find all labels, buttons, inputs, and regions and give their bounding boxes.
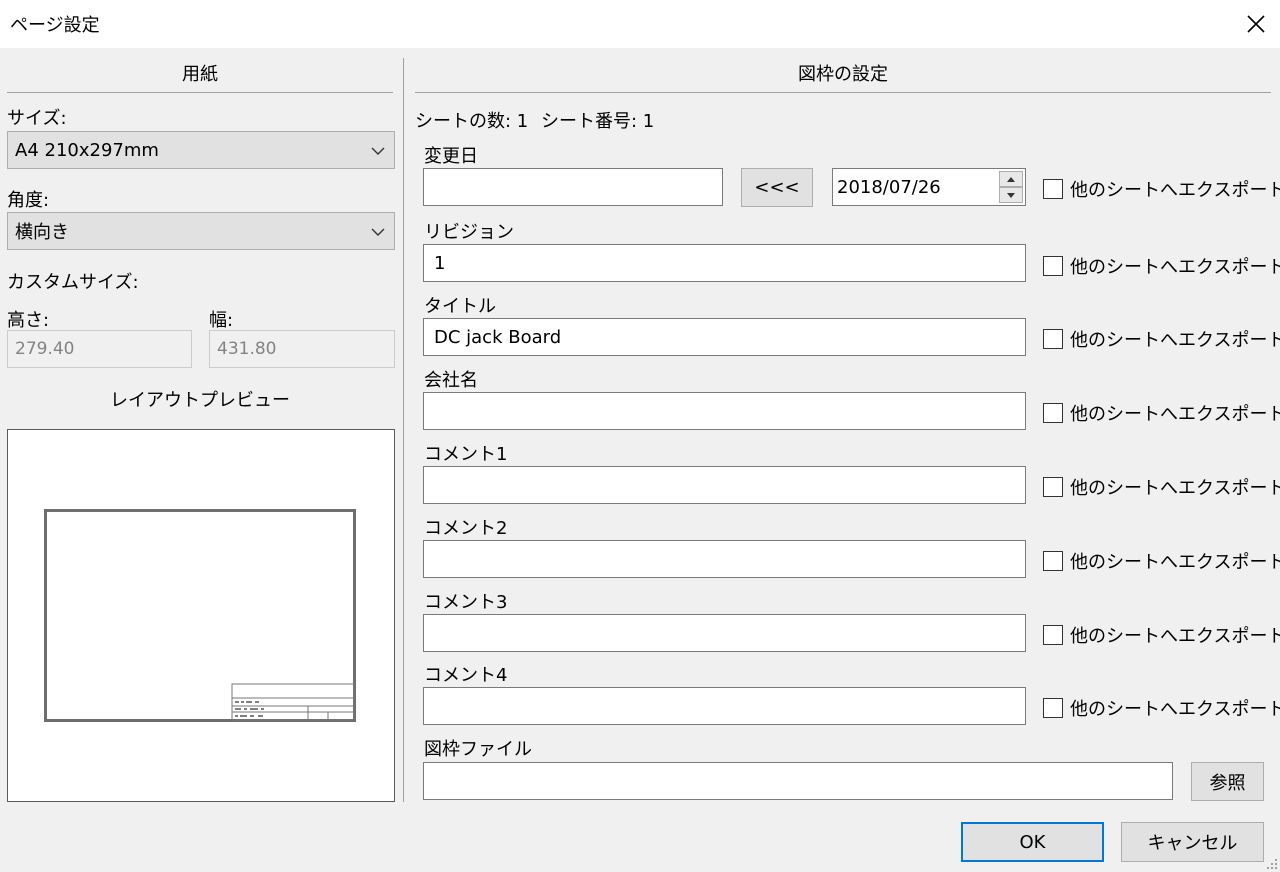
close-icon — [1247, 15, 1265, 33]
date-label: 変更日 — [424, 146, 478, 167]
spin-up-icon[interactable] — [999, 171, 1023, 187]
file-path-field[interactable] — [423, 762, 1173, 800]
checkbox-box[interactable] — [1043, 256, 1063, 276]
checkbox-box[interactable] — [1043, 477, 1063, 497]
width-label: 幅: — [209, 310, 234, 331]
size-label: サイズ: — [7, 108, 67, 129]
title-label: タイトル — [424, 296, 496, 317]
revision-label: リビジョン — [424, 222, 514, 243]
comment2-label: コメント2 — [424, 518, 508, 539]
export-label: 他のシートへエクスポート — [1070, 257, 1280, 278]
section-separator — [403, 58, 404, 802]
chevron-down-icon — [371, 228, 385, 236]
export-comment2-checkbox[interactable]: 他のシートへエクスポート — [1043, 548, 1280, 574]
sheet-number: シート番号: 1 — [541, 111, 655, 132]
export-label: 他のシートへエクスポート — [1070, 626, 1280, 647]
comment4-label: コメント4 — [424, 665, 508, 686]
orientation-value: 横向き — [15, 222, 69, 243]
company-field[interactable] — [423, 392, 1026, 430]
export-revision-checkbox[interactable]: 他のシートへエクスポート — [1043, 253, 1280, 279]
dialog-title: ページ設定 — [10, 15, 100, 36]
title-bar: ページ設定 — [0, 0, 1280, 48]
date-picker[interactable]: 2018/07/26 — [832, 168, 1026, 206]
orientation-select[interactable]: 横向き — [7, 212, 395, 250]
copy-date-button[interactable]: <<< — [741, 168, 813, 207]
export-label: 他のシートへエクスポート — [1070, 404, 1280, 425]
checkbox-box[interactable] — [1043, 403, 1063, 423]
paper-size-value: A4 210x297mm — [15, 139, 159, 161]
checkbox-box[interactable] — [1043, 329, 1063, 349]
export-company-checkbox[interactable]: 他のシートへエクスポート — [1043, 400, 1280, 426]
title-block-divider — [415, 92, 1271, 93]
title-block-heading: 図枠の設定 — [798, 64, 888, 85]
browse-button[interactable]: 参照 — [1191, 762, 1264, 801]
cancel-button[interactable]: キャンセル — [1121, 822, 1264, 862]
paper-heading: 用紙 — [182, 64, 218, 85]
export-label: 他のシートへエクスポート — [1070, 330, 1280, 351]
spin-down-icon[interactable] — [999, 187, 1023, 203]
comment4-field[interactable] — [423, 687, 1026, 725]
page-preview-drawing — [44, 509, 356, 722]
comment2-field[interactable] — [423, 540, 1026, 578]
export-comment3-checkbox[interactable]: 他のシートへエクスポート — [1043, 622, 1280, 648]
checkbox-box[interactable] — [1043, 551, 1063, 571]
export-comment1-checkbox[interactable]: 他のシートへエクスポート — [1043, 474, 1280, 500]
custom-width-field[interactable]: 431.80 — [209, 330, 395, 368]
custom-size-label: カスタムサイズ: — [7, 272, 139, 293]
sheet-count: シートの数: 1 — [415, 111, 529, 132]
comment1-label: コメント1 — [424, 444, 508, 465]
paper-divider — [7, 92, 393, 93]
export-comment4-checkbox[interactable]: 他のシートへエクスポート — [1043, 695, 1280, 721]
close-button[interactable] — [1232, 0, 1280, 48]
ok-button[interactable]: OK — [961, 822, 1104, 862]
checkbox-box[interactable] — [1043, 625, 1063, 645]
revision-field[interactable]: 1 — [423, 244, 1026, 282]
checkbox-box[interactable] — [1043, 698, 1063, 718]
orientation-label: 角度: — [7, 190, 50, 211]
date-picker-value: 2018/07/26 — [837, 176, 941, 198]
comment1-field[interactable] — [423, 466, 1026, 504]
export-title-checkbox[interactable]: 他のシートへエクスポート — [1043, 326, 1280, 352]
title-field[interactable]: DC jack Board — [423, 318, 1026, 356]
height-label: 高さ: — [7, 310, 50, 331]
date-spinner[interactable] — [999, 171, 1023, 203]
checkbox-box[interactable] — [1043, 179, 1063, 199]
export-date-checkbox[interactable]: 他のシートへエクスポート — [1043, 176, 1280, 202]
preview-label: レイアウトプレビュー — [110, 390, 290, 411]
chevron-down-icon — [371, 147, 385, 155]
comment3-field[interactable] — [423, 614, 1026, 652]
layout-preview — [7, 429, 395, 802]
custom-height-field[interactable]: 279.40 — [7, 330, 192, 368]
export-label: 他のシートへエクスポート — [1070, 699, 1280, 720]
export-label: 他のシートへエクスポート — [1070, 552, 1280, 573]
export-label: 他のシートへエクスポート — [1070, 180, 1280, 201]
comment3-label: コメント3 — [424, 592, 508, 613]
company-label: 会社名 — [424, 370, 478, 391]
paper-size-select[interactable]: A4 210x297mm — [7, 131, 395, 169]
file-label: 図枠ファイル — [424, 739, 532, 760]
date-text-field[interactable] — [423, 168, 723, 206]
resize-grip-icon[interactable] — [1266, 858, 1278, 870]
export-label: 他のシートへエクスポート — [1070, 478, 1280, 499]
